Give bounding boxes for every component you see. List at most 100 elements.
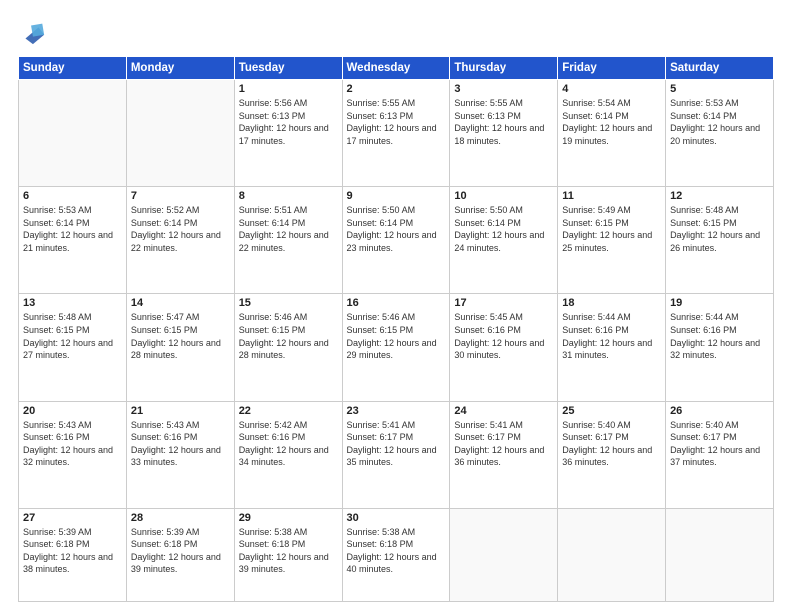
day-info: Sunrise: 5:50 AM Sunset: 6:14 PM Dayligh… [347, 204, 446, 254]
calendar-cell: 20Sunrise: 5:43 AM Sunset: 6:16 PM Dayli… [19, 401, 127, 508]
day-info: Sunrise: 5:47 AM Sunset: 6:15 PM Dayligh… [131, 311, 230, 361]
day-number: 17 [454, 297, 553, 309]
week-row-4: 20 Sunrise: 5:43 AM Sunset: 6:16 PM Dayli… [19, 401, 774, 508]
day-number: 25 [562, 405, 661, 417]
calendar-cell: 26 Sunrise: 5:40 AM Sunset: 6:17 PM Dayli… [666, 401, 774, 508]
day-number: 8 [239, 190, 338, 202]
calendar-cell: 21 Sunrise: 5:43 AM Sunset: 6:16 PM Dayli… [126, 401, 234, 508]
weekday-header-monday: Monday [126, 57, 234, 80]
day-info: Sunrise: 5:41 AM Sunset: 6:17 PM Dayligh… [347, 419, 446, 469]
day-info: Sunrise: 5:39 AM Sunset: 6:18 PM Dayligh… [131, 526, 230, 576]
weekday-header-sunday: Sunday [19, 57, 127, 80]
day-info: Sunrise: 5:53 AM Sunset: 6:14 PM Dayligh… [23, 204, 122, 254]
day-number: 23 [347, 405, 446, 417]
day-number: 27 [23, 512, 122, 524]
week-row-2: 6Sunrise: 5:53 AM Sunset: 6:14 PM Daylig… [19, 187, 774, 294]
calendar-cell: 7 Sunrise: 5:52 AM Sunset: 6:14 PM Daylig… [126, 187, 234, 294]
day-number: 30 [347, 512, 446, 524]
day-info: Sunrise: 5:52 AM Sunset: 6:14 PM Dayligh… [131, 204, 230, 254]
calendar-cell: 10 Sunrise: 5:50 AM Sunset: 6:14 PM Dayli… [450, 187, 558, 294]
weekday-header-saturday: Saturday [666, 57, 774, 80]
day-number: 26 [670, 405, 769, 417]
calendar-cell: 13 Sunrise: 5:48 AM Sunset: 6:15 PM Dayli… [19, 294, 127, 401]
weekday-header-tuesday: Tuesday [234, 57, 342, 80]
day-number: 22 [239, 405, 338, 417]
calendar-cell: 24Sunrise: 5:41 AM Sunset: 6:17 PM Dayli… [450, 401, 558, 508]
day-number: 1 [239, 83, 338, 95]
calendar-cell: 16 Sunrise: 5:46 AM Sunset: 6:15 PM Dayli… [342, 294, 450, 401]
day-number: 3 [454, 83, 553, 95]
calendar-cell: 11Sunrise: 5:49 AM Sunset: 6:15 PM Dayli… [558, 187, 666, 294]
day-number: 10 [454, 190, 553, 202]
day-info: Sunrise: 5:42 AM Sunset: 6:16 PM Dayligh… [239, 419, 338, 469]
day-number: 16 [347, 297, 446, 309]
day-info: Sunrise: 5:51 AM Sunset: 6:14 PM Dayligh… [239, 204, 338, 254]
day-number: 21 [131, 405, 230, 417]
day-info: Sunrise: 5:44 AM Sunset: 6:16 PM Dayligh… [670, 311, 769, 361]
day-info: Sunrise: 5:46 AM Sunset: 6:15 PM Dayligh… [239, 311, 338, 361]
calendar-cell: 18 Sunrise: 5:44 AM Sunset: 6:16 PM Dayli… [558, 294, 666, 401]
day-number: 4 [562, 83, 661, 95]
calendar-cell: 2 Sunrise: 5:55 AM Sunset: 6:13 PM Daylig… [342, 80, 450, 187]
day-number: 5 [670, 83, 769, 95]
day-info: Sunrise: 5:41 AM Sunset: 6:17 PM Dayligh… [454, 419, 553, 469]
calendar-cell: 23 Sunrise: 5:41 AM Sunset: 6:17 PM Dayli… [342, 401, 450, 508]
day-info: Sunrise: 5:46 AM Sunset: 6:15 PM Dayligh… [347, 311, 446, 361]
day-info: Sunrise: 5:39 AM Sunset: 6:18 PM Dayligh… [23, 526, 122, 576]
day-info: Sunrise: 5:54 AM Sunset: 6:14 PM Dayligh… [562, 97, 661, 147]
day-number: 20 [23, 405, 122, 417]
page: SundayMondayTuesdayWednesdayThursdayFrid… [0, 0, 792, 612]
calendar-cell: 30Sunrise: 5:38 AM Sunset: 6:18 PM Dayli… [342, 508, 450, 601]
week-row-5: 27 Sunrise: 5:39 AM Sunset: 6:18 PM Dayli… [19, 508, 774, 601]
calendar-cell: 22 Sunrise: 5:42 AM Sunset: 6:16 PM Dayli… [234, 401, 342, 508]
day-info: Sunrise: 5:45 AM Sunset: 6:16 PM Dayligh… [454, 311, 553, 361]
day-info: Sunrise: 5:38 AM Sunset: 6:18 PM Dayligh… [239, 526, 338, 576]
day-info: Sunrise: 5:56 AM Sunset: 6:13 PM Dayligh… [239, 97, 338, 147]
calendar-cell: 1 Sunrise: 5:56 AM Sunset: 6:13 PM Daylig… [234, 80, 342, 187]
calendar-cell: 8 Sunrise: 5:51 AM Sunset: 6:14 PM Daylig… [234, 187, 342, 294]
day-info: Sunrise: 5:48 AM Sunset: 6:15 PM Dayligh… [23, 311, 122, 361]
calendar-cell: 25 Sunrise: 5:40 AM Sunset: 6:17 PM Dayli… [558, 401, 666, 508]
day-info: Sunrise: 5:48 AM Sunset: 6:15 PM Dayligh… [670, 204, 769, 254]
day-number: 2 [347, 83, 446, 95]
calendar-cell: 19 Sunrise: 5:44 AM Sunset: 6:16 PM Dayli… [666, 294, 774, 401]
calendar-cell [450, 508, 558, 601]
day-info: Sunrise: 5:40 AM Sunset: 6:17 PM Dayligh… [670, 419, 769, 469]
calendar-cell: 15 Sunrise: 5:46 AM Sunset: 6:15 PM Dayli… [234, 294, 342, 401]
calendar-cell: 5 Sunrise: 5:53 AM Sunset: 6:14 PM Daylig… [666, 80, 774, 187]
calendar-cell [126, 80, 234, 187]
day-info: Sunrise: 5:40 AM Sunset: 6:17 PM Dayligh… [562, 419, 661, 469]
calendar-cell [19, 80, 127, 187]
day-number: 18 [562, 297, 661, 309]
week-row-1: 1 Sunrise: 5:56 AM Sunset: 6:13 PM Daylig… [19, 80, 774, 187]
weekday-header-wednesday: Wednesday [342, 57, 450, 80]
day-info: Sunrise: 5:53 AM Sunset: 6:14 PM Dayligh… [670, 97, 769, 147]
logo-icon [18, 18, 46, 46]
calendar-cell: 14Sunrise: 5:47 AM Sunset: 6:15 PM Dayli… [126, 294, 234, 401]
day-info: Sunrise: 5:44 AM Sunset: 6:16 PM Dayligh… [562, 311, 661, 361]
day-info: Sunrise: 5:43 AM Sunset: 6:16 PM Dayligh… [131, 419, 230, 469]
logo [18, 18, 50, 46]
week-row-3: 13 Sunrise: 5:48 AM Sunset: 6:15 PM Dayli… [19, 294, 774, 401]
calendar-cell: 4 Sunrise: 5:54 AM Sunset: 6:14 PM Daylig… [558, 80, 666, 187]
header [18, 18, 774, 46]
calendar-cell [666, 508, 774, 601]
day-number: 19 [670, 297, 769, 309]
day-info: Sunrise: 5:55 AM Sunset: 6:13 PM Dayligh… [347, 97, 446, 147]
calendar: SundayMondayTuesdayWednesdayThursdayFrid… [18, 56, 774, 602]
day-info: Sunrise: 5:55 AM Sunset: 6:13 PM Dayligh… [454, 97, 553, 147]
day-number: 15 [239, 297, 338, 309]
weekday-header-row: SundayMondayTuesdayWednesdayThursdayFrid… [19, 57, 774, 80]
calendar-cell: 3 Sunrise: 5:55 AM Sunset: 6:13 PM Daylig… [450, 80, 558, 187]
day-number: 7 [131, 190, 230, 202]
day-number: 13 [23, 297, 122, 309]
calendar-cell: 12Sunrise: 5:48 AM Sunset: 6:15 PM Dayli… [666, 187, 774, 294]
day-number: 11 [562, 190, 661, 202]
day-number: 28 [131, 512, 230, 524]
calendar-cell: 6Sunrise: 5:53 AM Sunset: 6:14 PM Daylig… [19, 187, 127, 294]
calendar-cell: 9 Sunrise: 5:50 AM Sunset: 6:14 PM Daylig… [342, 187, 450, 294]
calendar-cell: 27 Sunrise: 5:39 AM Sunset: 6:18 PM Dayli… [19, 508, 127, 601]
day-number: 9 [347, 190, 446, 202]
day-info: Sunrise: 5:50 AM Sunset: 6:14 PM Dayligh… [454, 204, 553, 254]
weekday-header-friday: Friday [558, 57, 666, 80]
